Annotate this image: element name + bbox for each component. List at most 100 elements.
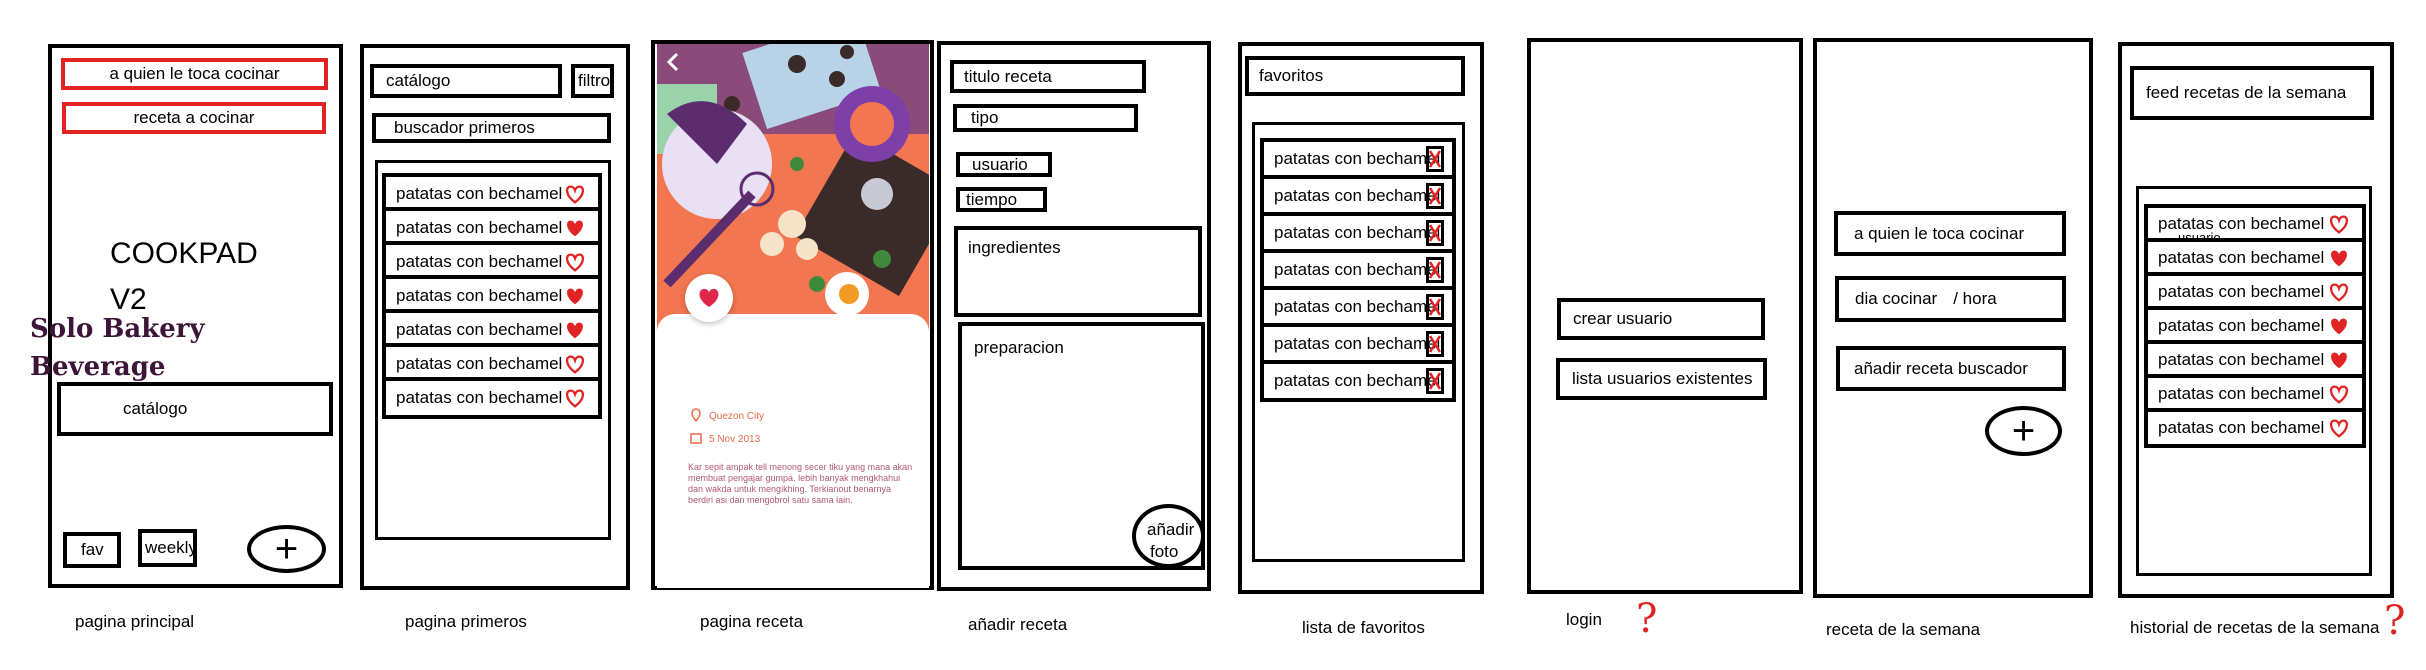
close-icon: [1428, 150, 1442, 168]
heart-outline-icon[interactable]: [562, 182, 588, 206]
filter-button[interactable]: filtro: [571, 64, 614, 98]
list-item-label: patatas con bechamel: [396, 286, 563, 305]
type-field[interactable]: tipo: [953, 104, 1138, 132]
catalog-button[interactable]: catálogo: [57, 382, 333, 436]
caption-historial: historial de recetas de la semana: [2130, 618, 2380, 637]
remove-favorite-icon[interactable]: [1426, 146, 1444, 172]
close-icon: [1428, 372, 1442, 390]
caption-anadir-receta: añadir receta: [968, 615, 1068, 634]
list-item-label: patatas con bechamel: [2158, 282, 2325, 301]
list-item[interactable]: patatas con bechamel: [382, 377, 602, 419]
list-item-label: patatas con bechamel: [1274, 149, 1441, 168]
heart-outline-icon[interactable]: [2326, 416, 2352, 440]
heart-outline-icon[interactable]: [2326, 212, 2352, 236]
caption-pagina-principal: pagina principal: [75, 612, 195, 631]
heart-outline-icon[interactable]: [562, 352, 588, 376]
list-item-label: patatas con bechamel: [2158, 384, 2325, 403]
user-field[interactable]: usuario: [956, 152, 1052, 177]
who-cooks-field[interactable]: a quien le toca cocinar: [1834, 211, 2066, 256]
existing-users-button[interactable]: lista usuarios existentes: [1556, 358, 1767, 400]
heart-outline-icon[interactable]: [2326, 382, 2352, 406]
cook-hour-label: / hora: [1953, 289, 1997, 308]
list-item-label: patatas con bechamel: [2158, 350, 2325, 369]
who-cooks-button[interactable]: a quien le toca cocinar: [61, 58, 328, 90]
list-item-label: patatas con bechamel: [396, 218, 563, 237]
heart-icon: [699, 288, 719, 307]
list-item[interactable]: patatas con bechamel: [1260, 212, 1456, 254]
fav-button[interactable]: fav: [63, 532, 121, 568]
heart-outline-icon[interactable]: [562, 250, 588, 274]
remove-favorite-icon[interactable]: [1426, 257, 1444, 283]
heart-filled-icon[interactable]: [562, 318, 588, 342]
list-item-label: patatas con bechamel: [396, 354, 563, 373]
list-item-label: patatas con bechamel: [1274, 260, 1441, 279]
heart-filled-icon[interactable]: [2326, 314, 2352, 338]
list-item-label: patatas con bechamel: [2158, 248, 2325, 267]
create-user-button[interactable]: crear usuario: [1557, 298, 1765, 340]
app-title-line1: COOKPAD: [110, 237, 258, 270]
caption-pagina-primeros: pagina primeros: [405, 612, 527, 631]
favorites-header: favoritos: [1245, 56, 1465, 96]
weekly-button[interactable]: weekly: [138, 529, 197, 567]
location-icon: [691, 408, 701, 422]
add-recipe-search-field[interactable]: añadir receta buscador: [1836, 346, 2066, 391]
list-item-label: patatas con bechamel: [396, 184, 563, 203]
catalog-tab[interactable]: catálogo: [370, 64, 562, 98]
caption-receta-semana: receta de la semana: [1826, 620, 1981, 639]
heart-outline-icon[interactable]: [2326, 280, 2352, 304]
list-item[interactable]: patatas con bechamel: [1260, 138, 1456, 180]
heart-filled-icon[interactable]: [562, 284, 588, 308]
heart-filled-icon[interactable]: [562, 216, 588, 240]
recipe-mockup: [657, 44, 929, 588]
caption-lista-favoritos: lista de favoritos: [1302, 618, 1425, 637]
ingredients-field[interactable]: ingredientes: [954, 226, 1202, 317]
list-item[interactable]: patatas con bechamel: [1260, 360, 1456, 402]
close-icon: [1428, 224, 1442, 242]
add-photo-label-2: foto: [1150, 542, 1179, 561]
cook-day-label: dia cocinar: [1855, 289, 1938, 308]
list-item-label: patatas con bechamel: [1274, 186, 1441, 205]
remove-favorite-icon[interactable]: [1426, 183, 1444, 209]
list-item-label: patatas con bechamel: [1274, 334, 1441, 353]
list-item-label: patatas con bechamel: [1274, 371, 1441, 390]
recipe-date: 5 Nov 2013: [709, 434, 761, 445]
close-icon: [1428, 335, 1442, 353]
list-item-label: patatas con bechamel: [1274, 297, 1441, 316]
favorite-button[interactable]: [685, 274, 733, 322]
add-photo-button[interactable]: añadir foto: [1132, 504, 1205, 568]
list-item[interactable]: patatas con bechamel: [1260, 286, 1456, 328]
cook-day-field[interactable]: dia cocinar / hora: [1835, 276, 2066, 322]
recipe-title: Solo Bakery Beverage: [30, 314, 205, 382]
list-item[interactable]: patatas con bechamel: [1260, 175, 1456, 217]
add-button[interactable]: +: [247, 525, 326, 573]
list-item[interactable]: patatas con bechamel: [2144, 408, 2366, 448]
caption-login: login: [1566, 610, 1602, 629]
recipe-card: [657, 314, 929, 588]
list-item[interactable]: patatas con bechamel: [1260, 249, 1456, 291]
remove-favorite-icon[interactable]: [1426, 220, 1444, 246]
recipe-to-cook-button[interactable]: receta a cocinar: [62, 102, 326, 134]
recipe-description: Kar sepit ampak tell menong secer tiku y…: [688, 462, 913, 505]
list-item[interactable]: patatas con bechamel: [1260, 323, 1456, 365]
question-mark-historial: ?: [2384, 598, 2406, 644]
recipe-title-field[interactable]: titulo receta: [950, 60, 1146, 93]
heart-filled-icon[interactable]: [2326, 246, 2352, 270]
weekly-feed-header: feed recetas de la semana: [2130, 66, 2374, 120]
close-icon: [1428, 187, 1442, 205]
list-item-label: patatas con bechamel: [2158, 418, 2325, 437]
heart-filled-icon[interactable]: [2326, 348, 2352, 372]
list-item-label: patatas con bechamel: [396, 320, 563, 339]
remove-favorite-icon[interactable]: [1426, 368, 1444, 394]
calendar-icon: [690, 433, 702, 444]
close-icon: [1428, 298, 1442, 316]
add-button[interactable]: +: [1985, 406, 2062, 456]
plus-icon: +: [2011, 409, 2036, 453]
plus-icon: +: [274, 527, 299, 571]
time-field[interactable]: tiempo: [956, 187, 1047, 212]
add-photo-label-1: añadir: [1147, 520, 1195, 539]
search-input[interactable]: buscador primeros: [372, 113, 611, 143]
heart-outline-icon[interactable]: [562, 386, 588, 410]
remove-favorite-icon[interactable]: [1426, 331, 1444, 357]
recipe-location: Quezon City: [709, 411, 765, 422]
remove-favorite-icon[interactable]: [1426, 294, 1444, 320]
